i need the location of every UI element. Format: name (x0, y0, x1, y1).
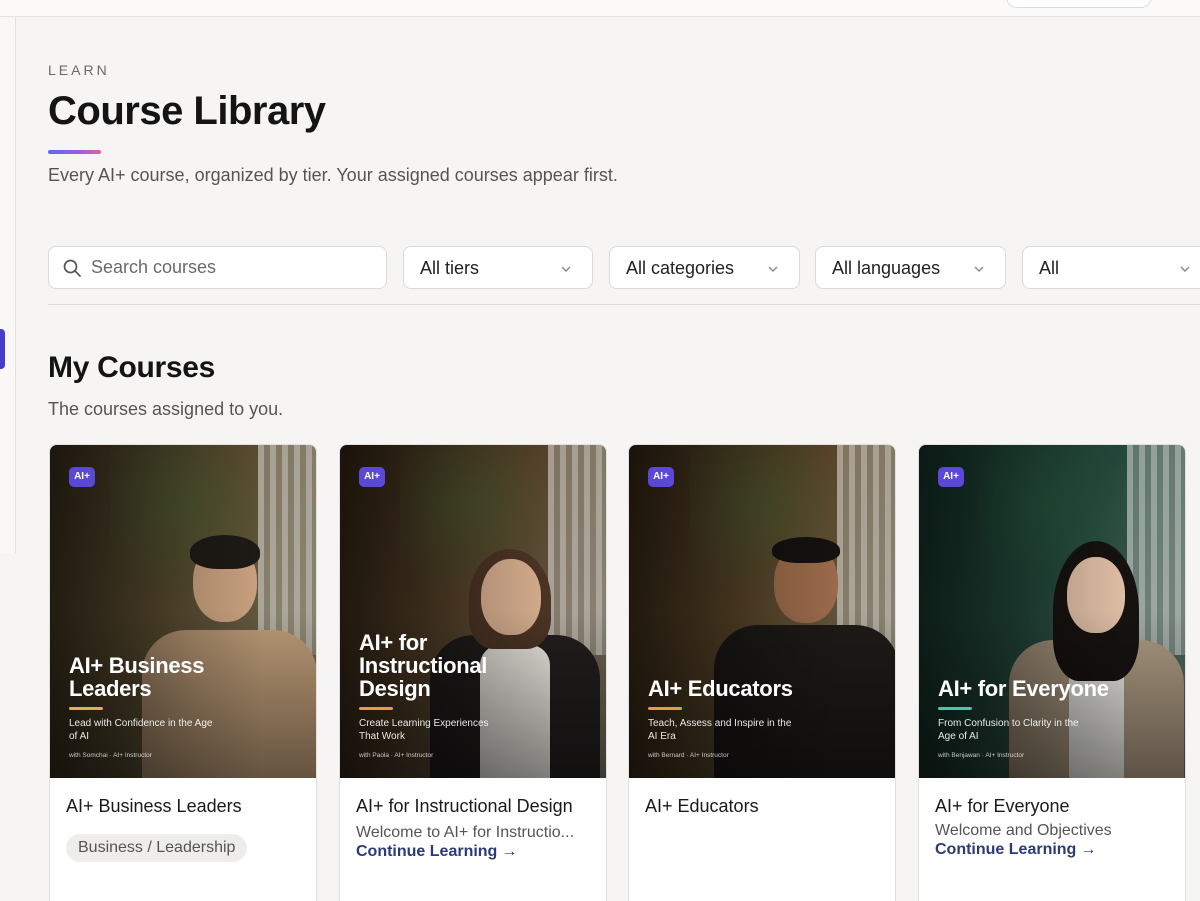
course-title[interactable]: AI+ Educators (645, 793, 885, 820)
course-cover-image[interactable]: AI+ AI+ Educators Teach, Assess and Insp… (629, 445, 895, 778)
category-badge: Business / Leadership (66, 834, 248, 862)
language-select-value: All languages (832, 258, 941, 278)
cover-title: AI+ Educators (648, 676, 793, 701)
cover-tagline: Create Learning Experiences That Work (359, 718, 489, 742)
tier-select[interactable]: All tiers (403, 246, 593, 289)
card-body: AI+ Educators (645, 793, 885, 820)
cover-accent-bar (648, 707, 682, 710)
cover-tagline: Lead with Confidence in the Age of AI (69, 718, 213, 742)
chevron-down-icon (561, 266, 571, 272)
course-cover-image[interactable]: AI+ AI+ Business Leaders Lead with Confi… (50, 445, 316, 778)
course-title[interactable]: AI+ Business Leaders (66, 793, 306, 820)
card-body: AI+ for Everyone Welcome and Objectives … (935, 793, 1175, 859)
top-bar-button[interactable] (1006, 0, 1152, 8)
filter-divider (48, 304, 1200, 305)
course-logo: AI+ (359, 467, 385, 487)
category-select-value: All categories (626, 258, 735, 278)
cover-title: AI+ for Everyone (938, 676, 1109, 701)
page-eyebrow: LEARN (48, 62, 110, 78)
cover-accent-bar (69, 707, 103, 710)
course-logo: AI+ (938, 467, 964, 487)
card-body: AI+ for Instructional Design Welcome to … (356, 793, 596, 861)
course-card[interactable]: AI+ AI+ Business Leaders Lead with Confi… (49, 444, 317, 901)
course-card[interactable]: AI+ AI+ for Instructional Design Create … (339, 444, 607, 901)
arrow-right-icon: → (1080, 841, 1097, 858)
status-select[interactable]: All (1022, 246, 1200, 289)
course-title[interactable]: AI+ for Instructional Design (356, 793, 596, 820)
cover-tagline: From Confusion to Clarity in the Age of … (938, 718, 1079, 742)
continue-learning-label: Continue Learning (935, 841, 1077, 858)
cover-accent-bar (359, 707, 393, 710)
search-icon (63, 259, 81, 277)
sidebar-active-indicator[interactable] (0, 329, 5, 369)
section-title: My Courses (48, 351, 216, 384)
chevron-down-icon (1180, 266, 1190, 272)
cover-title: AI+ Business Leaders (69, 653, 205, 701)
language-select[interactable]: All languages (815, 246, 1006, 289)
current-lesson: Welcome to AI+ for Instructio... (356, 824, 575, 841)
tier-select-value: All tiers (420, 258, 480, 278)
cover-accent-bar (938, 707, 972, 710)
cover-title: AI+ for Instructional Design (359, 630, 488, 701)
title-accent-bar (48, 150, 101, 154)
chevron-down-icon (974, 266, 984, 272)
continue-learning-link[interactable]: Continue Learning → (935, 841, 1175, 859)
page-subtitle: Every AI+ course, organized by tier. You… (48, 165, 618, 185)
card-body: AI+ Business Leaders Business / Leadersh… (66, 793, 306, 862)
course-cover-image[interactable]: AI+ AI+ for Instructional Design Create … (340, 445, 606, 778)
course-title[interactable]: AI+ for Everyone (935, 793, 1175, 820)
cover-instructor: with Bernard · AI+ Instructor (648, 752, 729, 759)
arrow-right-icon: → (501, 843, 518, 860)
search-box[interactable] (48, 246, 387, 289)
continue-learning-label: Continue Learning (356, 843, 498, 860)
course-logo: AI+ (648, 467, 674, 487)
course-card[interactable]: AI+ AI+ for Everyone From Confusion to C… (918, 444, 1186, 901)
course-cover-image[interactable]: AI+ AI+ for Everyone From Confusion to C… (919, 445, 1185, 778)
search-input[interactable] (91, 248, 381, 287)
page-title: Course Library (48, 89, 326, 133)
cover-tagline: Teach, Assess and Inspire in the AI Era (648, 718, 792, 742)
top-bar (0, 0, 1200, 17)
chevron-down-icon (768, 266, 778, 272)
left-sidebar (0, 17, 16, 553)
section-subtitle: The courses assigned to you. (48, 399, 284, 419)
course-card[interactable]: AI+ AI+ Educators Teach, Assess and Insp… (628, 444, 896, 901)
course-logo: AI+ (69, 467, 95, 487)
filter-bar: All tiers All categories All languages A… (48, 246, 1200, 290)
current-lesson: Welcome and Objectives (935, 822, 1112, 839)
cover-instructor: with Paola · AI+ Instructor (359, 752, 434, 759)
cover-instructor: with Somchai · AI+ Instructor (69, 752, 152, 759)
category-select[interactable]: All categories (609, 246, 800, 289)
status-select-value: All (1039, 258, 1060, 278)
cover-instructor: with Benjawan · AI+ Instructor (938, 752, 1025, 759)
continue-learning-link[interactable]: Continue Learning → (356, 843, 596, 861)
